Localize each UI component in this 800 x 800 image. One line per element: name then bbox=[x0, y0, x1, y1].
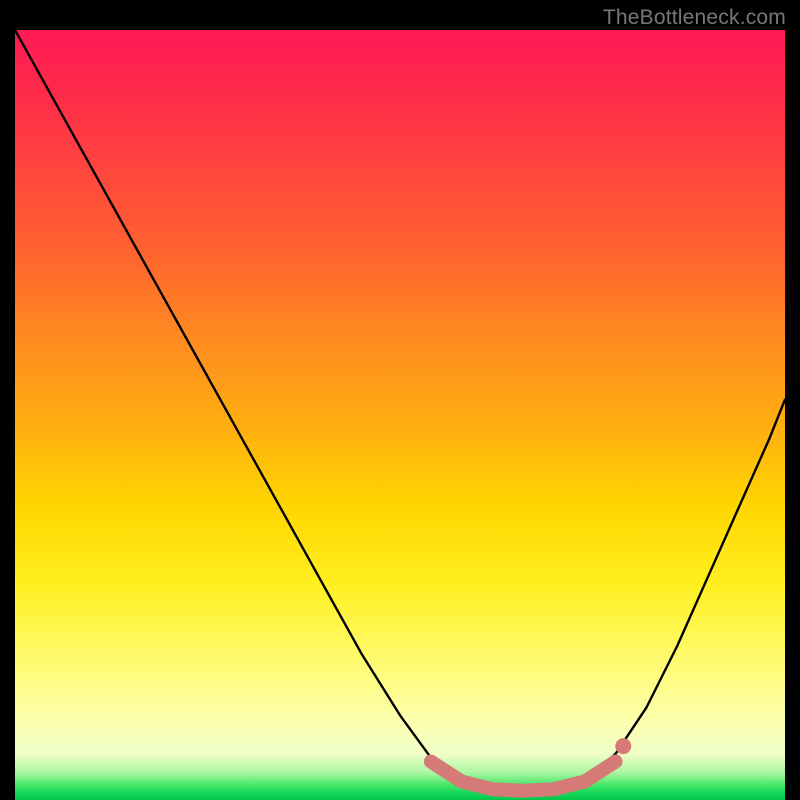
attribution-text: TheBottleneck.com bbox=[603, 6, 786, 30]
chart-frame bbox=[15, 30, 785, 800]
highlight-end-marker bbox=[615, 738, 631, 754]
highlight-zone-path bbox=[431, 762, 616, 791]
curve-layer bbox=[15, 30, 785, 800]
bottleneck-curve-path bbox=[15, 30, 785, 792]
plot-area bbox=[15, 30, 785, 800]
